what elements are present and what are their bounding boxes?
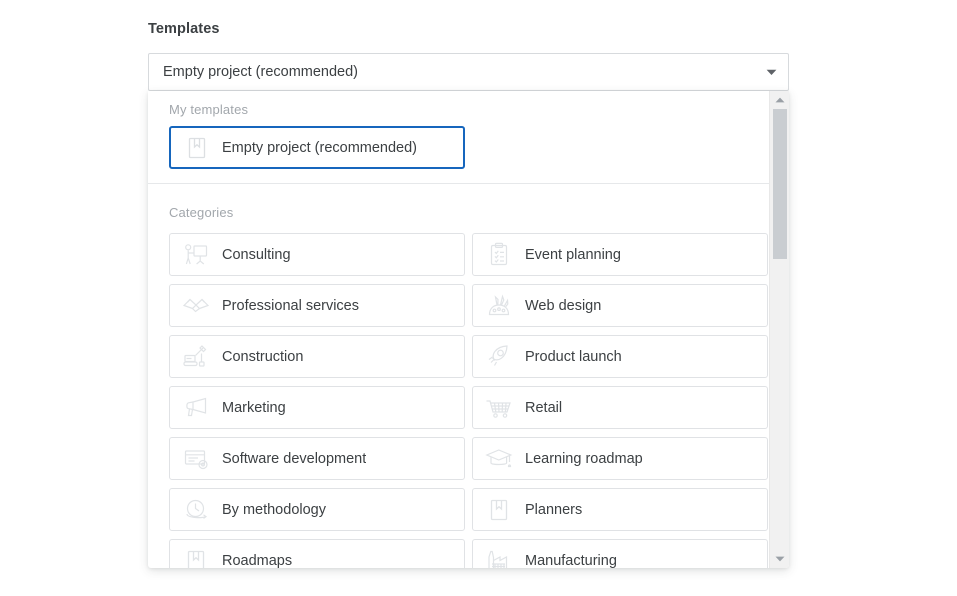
dropdown-scrollbar[interactable] bbox=[769, 91, 789, 568]
category-card-planners[interactable]: Planners bbox=[472, 488, 768, 531]
template-dropdown-panel: My templates Empty project (recommended) bbox=[148, 91, 789, 568]
category-card-web-design[interactable]: Web design bbox=[472, 284, 768, 327]
template-card-empty-project[interactable]: Empty project (recommended) bbox=[169, 126, 465, 169]
category-card-event-planning[interactable]: Event planning bbox=[472, 233, 768, 276]
bookmark-book-icon bbox=[171, 136, 222, 160]
clock-cycle-icon bbox=[170, 498, 222, 522]
triangle-down-icon[interactable] bbox=[770, 550, 790, 568]
group-label-categories: Categories bbox=[169, 205, 234, 220]
category-card-by-methodology[interactable]: By methodology bbox=[169, 488, 465, 531]
category-card-label: Software development bbox=[222, 450, 367, 467]
category-card-roadmaps[interactable]: Roadmaps bbox=[169, 539, 465, 568]
category-card-label: Consulting bbox=[222, 246, 291, 263]
category-card-label: Roadmaps bbox=[222, 552, 293, 569]
category-card-label: Construction bbox=[222, 348, 304, 365]
megaphone-icon bbox=[170, 396, 222, 419]
paint-palette-brushes-icon bbox=[473, 293, 525, 318]
graduation-cap-icon bbox=[473, 447, 525, 470]
category-row: Construction Product launch bbox=[148, 335, 769, 378]
category-card-retail[interactable]: Retail bbox=[472, 386, 768, 429]
category-row: Professional services Web design bbox=[148, 284, 769, 327]
page-title: Templates bbox=[148, 21, 220, 37]
template-row: Empty project (recommended) bbox=[148, 126, 769, 169]
handshake-icon bbox=[170, 295, 222, 317]
scrollbar-thumb[interactable] bbox=[773, 109, 787, 259]
category-card-product-launch[interactable]: Product launch bbox=[472, 335, 768, 378]
template-select-combobox[interactable]: Empty project (recommended) bbox=[148, 53, 789, 91]
template-card-label: Empty project (recommended) bbox=[222, 139, 418, 156]
category-card-label: Retail bbox=[525, 399, 563, 416]
group-label-my-templates: My templates bbox=[169, 102, 249, 117]
category-card-label: Manufacturing bbox=[525, 552, 617, 569]
excavator-icon bbox=[170, 344, 222, 369]
category-card-consulting[interactable]: Consulting bbox=[169, 233, 465, 276]
template-dropdown-scroll-area: My templates Empty project (recommended) bbox=[148, 91, 769, 568]
shopping-cart-icon bbox=[473, 396, 525, 420]
category-row: Consulting Event planning bbox=[148, 233, 769, 276]
template-dropdown-content: My templates Empty project (recommended) bbox=[148, 91, 769, 568]
category-card-label: Product launch bbox=[525, 348, 622, 365]
category-card-learning-roadmap[interactable]: Learning roadmap bbox=[472, 437, 768, 480]
clipboard-checklist-icon bbox=[473, 242, 525, 267]
category-row: By methodology Planners bbox=[148, 488, 769, 531]
category-card-professional-services[interactable]: Professional services bbox=[169, 284, 465, 327]
category-card-label: Web design bbox=[525, 297, 602, 314]
chevron-down-icon[interactable] bbox=[754, 69, 788, 76]
app-root: Templates Empty project (recommended) My… bbox=[0, 0, 957, 596]
triangle-up-icon[interactable] bbox=[770, 91, 790, 109]
bookmark-book-icon bbox=[170, 549, 222, 568]
rocket-icon bbox=[473, 344, 525, 369]
category-row: Roadmaps Manufacturing bbox=[148, 539, 769, 568]
category-card-marketing[interactable]: Marketing bbox=[169, 386, 465, 429]
category-row: Software development Learning roadmap bbox=[148, 437, 769, 480]
category-card-label: Planners bbox=[525, 501, 583, 518]
category-card-label: Learning roadmap bbox=[525, 450, 643, 467]
factory-icon bbox=[473, 549, 525, 568]
presenter-board-icon bbox=[170, 243, 222, 267]
category-card-label: Professional services bbox=[222, 297, 359, 314]
code-window-gear-icon bbox=[170, 448, 222, 470]
category-card-label: Event planning bbox=[525, 246, 621, 263]
category-card-software-development[interactable]: Software development bbox=[169, 437, 465, 480]
category-card-construction[interactable]: Construction bbox=[169, 335, 465, 378]
category-card-manufacturing[interactable]: Manufacturing bbox=[472, 539, 768, 568]
bookmark-book-icon bbox=[473, 498, 525, 522]
category-row: Marketing Retail bbox=[148, 386, 769, 429]
template-select-value: Empty project (recommended) bbox=[163, 64, 359, 80]
category-card-label: By methodology bbox=[222, 501, 326, 518]
category-card-label: Marketing bbox=[222, 399, 286, 416]
